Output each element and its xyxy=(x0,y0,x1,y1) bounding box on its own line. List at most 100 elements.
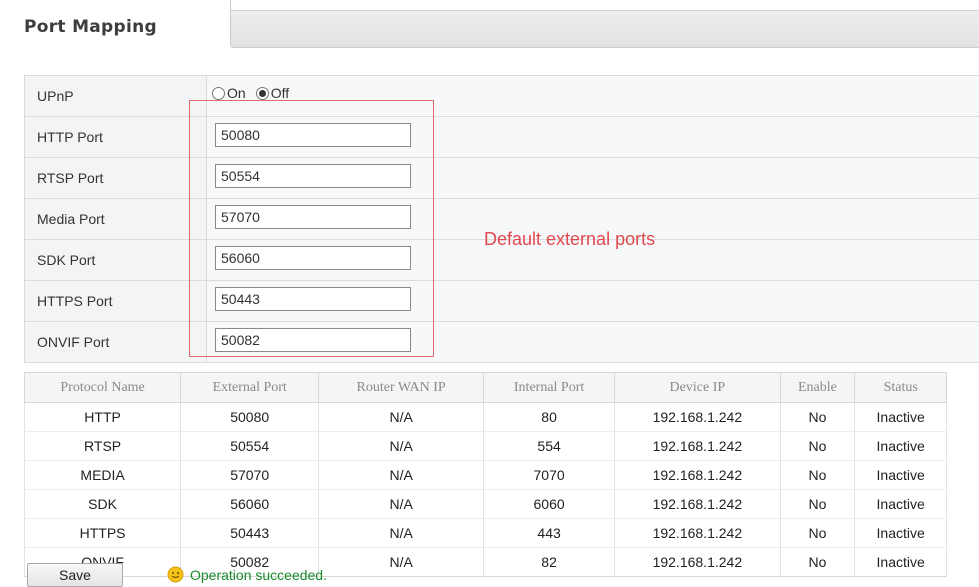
onvif-port-label: ONVIF Port xyxy=(37,334,110,350)
table-cell: N/A xyxy=(318,402,485,432)
table-cell: 554 xyxy=(483,431,616,461)
rtsp-port-label: RTSP Port xyxy=(37,170,104,186)
table-cell: No xyxy=(779,489,856,519)
rtsp-port-input[interactable] xyxy=(215,164,411,188)
table-cell: 56060 xyxy=(180,489,320,519)
smiley-icon xyxy=(167,566,184,583)
column-header: Device IP xyxy=(614,372,781,403)
table-cell: 192.168.1.242 xyxy=(614,402,781,432)
tab-port-mapping[interactable]: Port Mapping xyxy=(0,0,231,46)
https-port-input[interactable] xyxy=(215,287,411,311)
media-port-label-cell: Media Port xyxy=(25,199,207,239)
tab-port-mapping-label: Port Mapping xyxy=(24,17,157,37)
status-text: Operation succeeded. xyxy=(190,566,327,583)
table-cell: No xyxy=(779,460,856,490)
table-cell: N/A xyxy=(318,489,485,519)
table-row: SDK 56060 N/A 6060 192.168.1.242 No Inac… xyxy=(23,489,947,519)
table-cell: N/A xyxy=(318,460,485,490)
table-cell: 192.168.1.242 xyxy=(614,431,781,461)
save-button[interactable]: Save xyxy=(27,563,123,587)
upnp-off-radio[interactable] xyxy=(255,86,269,100)
upnp-label: UPnP xyxy=(37,88,74,104)
https-port-label-cell: HTTPS Port xyxy=(25,281,207,321)
rtsp-port-value-cell xyxy=(207,158,979,198)
port-mapping-table: Protocol Name External Port Router WAN I… xyxy=(23,372,947,577)
https-port-label: HTTPS Port xyxy=(37,293,113,309)
table-cell: Inactive xyxy=(854,402,947,432)
table-cell: No xyxy=(779,547,856,577)
http-port-value-cell xyxy=(207,117,979,157)
table-cell: SDK xyxy=(23,489,182,519)
media-port-input[interactable] xyxy=(215,205,411,229)
column-header: Protocol Name xyxy=(23,372,182,403)
http-port-label: HTTP Port xyxy=(37,129,103,145)
table-row: HTTPS 50443 N/A 443 192.168.1.242 No Ina… xyxy=(23,518,947,548)
http-port-input[interactable] xyxy=(215,123,411,147)
table-cell: No xyxy=(779,402,856,432)
table-cell: N/A xyxy=(318,518,485,548)
onvif-port-value-cell xyxy=(207,322,979,362)
sdk-port-input[interactable] xyxy=(215,246,411,270)
onvif-port-label-cell: ONVIF Port xyxy=(25,322,207,362)
table-cell: 192.168.1.242 xyxy=(614,547,781,577)
http-port-row: HTTP Port xyxy=(25,117,979,158)
https-port-row: HTTPS Port xyxy=(25,281,979,322)
table-header-row: Protocol Name External Port Router WAN I… xyxy=(23,372,947,403)
table-cell: HTTPS xyxy=(23,518,182,548)
table-cell: 6060 xyxy=(483,489,616,519)
table-cell: Inactive xyxy=(854,518,947,548)
table-cell: 50443 xyxy=(180,518,320,548)
column-header: Enable xyxy=(779,372,856,403)
upnp-label-cell: UPnP xyxy=(25,76,207,116)
table-cell: MEDIA xyxy=(23,460,182,490)
rtsp-port-label-cell: RTSP Port xyxy=(25,158,207,198)
upnp-on-option[interactable]: On xyxy=(212,85,246,101)
table-cell: No xyxy=(779,431,856,461)
status-message: Operation succeeded. xyxy=(167,566,327,583)
column-header: Internal Port xyxy=(483,372,616,403)
column-header: Status xyxy=(854,372,947,403)
table-cell: 192.168.1.242 xyxy=(614,460,781,490)
table-cell: 50080 xyxy=(180,402,320,432)
table-row: HTTP 50080 N/A 80 192.168.1.242 No Inact… xyxy=(23,402,947,432)
table-row: RTSP 50554 N/A 554 192.168.1.242 No Inac… xyxy=(23,431,947,461)
table-cell: 80 xyxy=(483,402,616,432)
tab-bar-filler xyxy=(231,10,979,48)
https-port-value-cell xyxy=(207,281,979,321)
upnp-on-label: On xyxy=(227,85,246,101)
table-cell: 192.168.1.242 xyxy=(614,489,781,519)
upnp-off-option[interactable]: Off xyxy=(255,85,290,101)
upnp-value-cell: On Off xyxy=(207,76,979,116)
table-cell: HTTP xyxy=(23,402,182,432)
upnp-off-label: Off xyxy=(270,85,290,101)
table-cell: Inactive xyxy=(854,460,947,490)
media-port-label: Media Port xyxy=(37,211,105,227)
upnp-on-radio[interactable] xyxy=(212,86,225,100)
table-cell: 7070 xyxy=(483,460,616,490)
column-header: Router WAN IP xyxy=(318,372,485,403)
table-cell: N/A xyxy=(318,547,485,577)
tab-bar: Port Mapping xyxy=(0,0,979,48)
rtsp-port-row: RTSP Port xyxy=(25,158,979,199)
column-header: External Port xyxy=(180,372,320,403)
table-cell: N/A xyxy=(318,431,485,461)
onvif-port-input[interactable] xyxy=(215,328,411,352)
sdk-port-label: SDK Port xyxy=(37,252,96,268)
port-settings-form: UPnP On Off HTTP Port RTSP Port xyxy=(24,75,979,363)
table-cell: 82 xyxy=(483,547,616,577)
table-cell: Inactive xyxy=(854,489,947,519)
upnp-row: UPnP On Off xyxy=(25,76,979,117)
table-cell: Inactive xyxy=(854,547,947,577)
table-row: ONVIF 50082 N/A 82 192.168.1.242 No Inac… xyxy=(23,547,947,577)
table-cell: Inactive xyxy=(854,431,947,461)
onvif-port-row: ONVIF Port xyxy=(25,322,979,363)
table-row: MEDIA 57070 N/A 7070 192.168.1.242 No In… xyxy=(23,460,947,490)
table-cell: 192.168.1.242 xyxy=(614,518,781,548)
http-port-label-cell: HTTP Port xyxy=(25,117,207,157)
table-cell: No xyxy=(779,518,856,548)
upnp-radio-group: On Off xyxy=(212,85,299,101)
annotation-text: Default external ports xyxy=(484,229,656,249)
port-mapping-table-wrap: Protocol Name External Port Router WAN I… xyxy=(23,372,947,577)
table-cell: 50554 xyxy=(180,431,320,461)
table-cell: 57070 xyxy=(180,460,320,490)
